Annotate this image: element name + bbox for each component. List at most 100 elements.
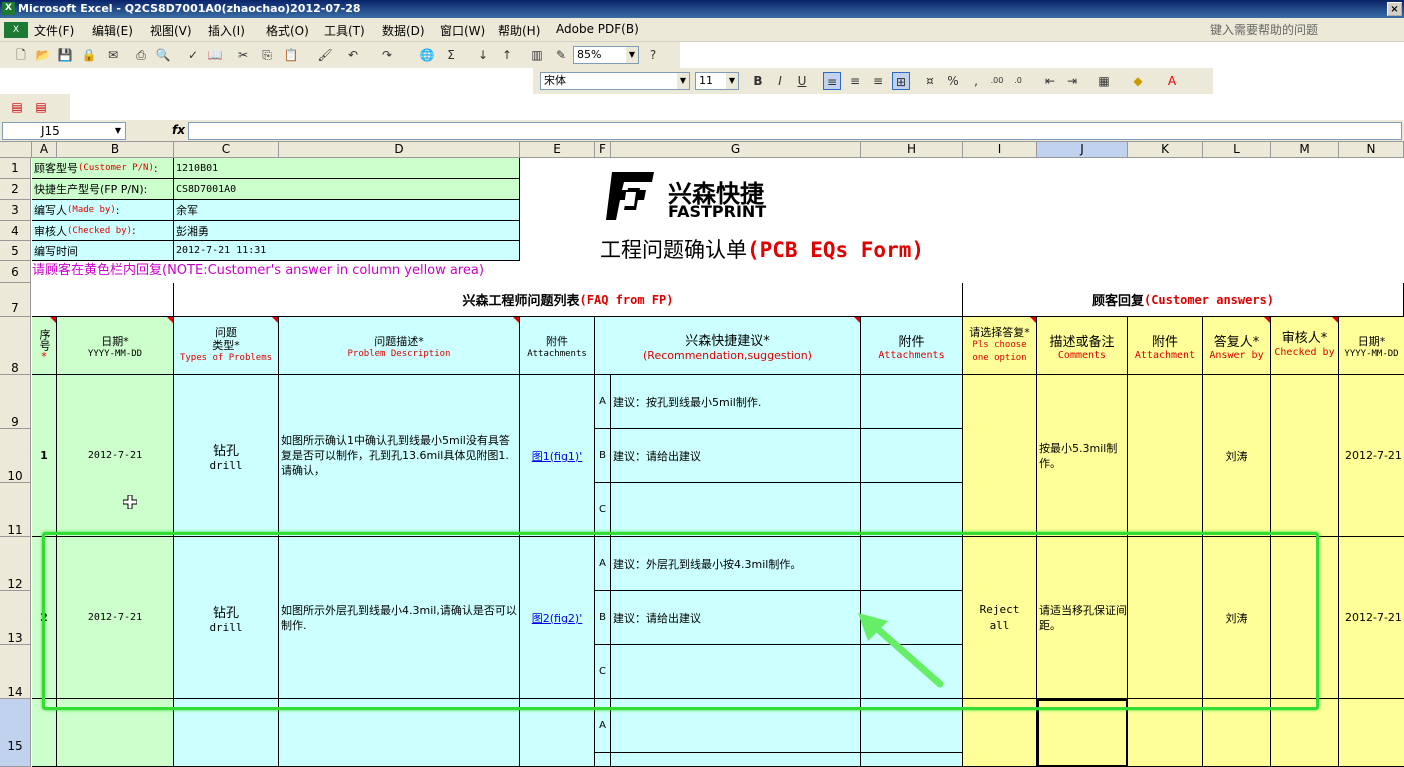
r15-h2[interactable] — [861, 753, 963, 767]
help-icon[interactable]: ? — [644, 46, 662, 64]
menu-view[interactable]: 视图(V) — [150, 22, 192, 39]
open-icon[interactable]: 📂 — [34, 46, 52, 64]
col-header-L[interactable]: L — [1203, 142, 1271, 158]
sort-asc-icon[interactable]: ↓ — [474, 46, 492, 64]
bold-button[interactable]: B — [749, 72, 767, 90]
row-header-4[interactable]: 4 — [0, 221, 31, 241]
value-checked-by[interactable]: 彭湘勇 — [174, 221, 520, 241]
autosum-icon[interactable]: Σ — [442, 46, 460, 64]
spelling-icon[interactable]: ✓ — [184, 46, 202, 64]
col-header-J[interactable]: J — [1037, 142, 1128, 158]
comma-button[interactable]: , — [967, 72, 985, 90]
row-header-7[interactable]: 7 — [0, 283, 31, 317]
issue-1-date-2[interactable]: 2012-7-21 — [1339, 375, 1404, 537]
font-size-select[interactable]: 11 ▼ — [695, 72, 739, 90]
redo-icon[interactable]: ↷ — [378, 46, 396, 64]
issue-1-opt-a[interactable]: 建议：按孔到线最小5mil制作. — [611, 375, 861, 429]
menu-format[interactable]: 格式(O) — [266, 22, 309, 39]
paste-icon[interactable]: 📋 — [282, 46, 300, 64]
row-header-8[interactable]: 8 — [0, 317, 31, 375]
menu-window[interactable]: 窗口(W) — [440, 22, 485, 39]
issue-1-checked-by[interactable] — [1271, 375, 1339, 537]
col-header-B[interactable]: B — [57, 142, 174, 158]
col-header-A[interactable]: A — [32, 142, 57, 158]
menu-file[interactable]: 文件(F) — [34, 22, 74, 39]
hyperlink-icon[interactable]: 🌐 — [418, 46, 436, 64]
underline-button[interactable]: U — [793, 72, 811, 90]
menu-edit[interactable]: 编辑(E) — [92, 22, 133, 39]
menu-adobe-pdf[interactable]: Adobe PDF(B) — [556, 22, 639, 36]
col-header-I[interactable]: I — [963, 142, 1037, 158]
undo-icon[interactable]: ↶ — [344, 46, 362, 64]
decrease-decimal-icon[interactable]: .0 — [1009, 72, 1027, 90]
email-icon[interactable]: ✉ — [104, 46, 122, 64]
align-center-icon[interactable]: ≡ — [846, 72, 864, 90]
issue-1-type[interactable]: 钻孔 drill — [174, 375, 279, 537]
increase-decimal-icon[interactable]: .00 — [988, 72, 1006, 90]
help-search-input[interactable]: 键入需要帮助的问题 — [1210, 21, 1385, 39]
issue-1-choice[interactable] — [963, 375, 1037, 537]
formula-input[interactable] — [188, 122, 1402, 140]
issue-1-attachment-3[interactable] — [1128, 375, 1203, 537]
pdf-email-icon[interactable]: ▤ — [32, 98, 50, 116]
issue-1-att2-b[interactable] — [861, 429, 963, 483]
indent-icon[interactable]: ⇥ — [1063, 72, 1081, 90]
align-left-icon[interactable]: ≡ — [823, 72, 841, 90]
issue-1-att2-a[interactable] — [861, 375, 963, 429]
col-header-H[interactable]: H — [861, 142, 963, 158]
issue-1-opt-b[interactable]: 建议：请给出建议 — [611, 429, 861, 483]
preview-icon[interactable]: 🔍 — [154, 46, 172, 64]
row-header-10[interactable]: 10 — [0, 429, 31, 483]
align-right-icon[interactable]: ≡ — [869, 72, 887, 90]
currency-icon[interactable]: ¤ — [921, 72, 939, 90]
sort-desc-icon[interactable]: ↑ — [498, 46, 516, 64]
font-color-icon[interactable]: A — [1163, 72, 1181, 90]
row-header-3[interactable]: 3 — [0, 200, 31, 221]
issue-1-opt-c[interactable] — [611, 483, 861, 537]
zoom-select[interactable]: 85% ▼ — [573, 46, 639, 64]
r15-g2[interactable] — [611, 753, 861, 767]
issue-1-attachment[interactable]: 图1(fig1)' — [520, 375, 595, 537]
r15-n[interactable] — [1339, 699, 1404, 767]
worksheet[interactable]: A B C D E F G H I J K L M N 1 2 3 4 5 6 … — [0, 142, 1404, 767]
cut-icon[interactable]: ✂ — [234, 46, 252, 64]
permission-icon[interactable]: 🔒 — [80, 46, 98, 64]
menu-data[interactable]: 数据(D) — [382, 22, 425, 39]
row-header-12[interactable]: 12 — [0, 537, 31, 591]
percent-button[interactable]: % — [944, 72, 962, 90]
research-icon[interactable]: 📖 — [206, 46, 224, 64]
format-painter-icon[interactable]: 🖌 — [316, 46, 334, 64]
value-fp-pn[interactable]: CS8D7001A0 — [174, 179, 520, 200]
select-all-corner[interactable] — [0, 142, 32, 158]
font-select[interactable]: 宋体 ▼ — [540, 72, 690, 90]
col-header-C[interactable]: C — [174, 142, 279, 158]
chart-icon[interactable]: ▥ — [528, 46, 546, 64]
menu-help[interactable]: 帮助(H) — [498, 22, 540, 39]
merge-center-icon[interactable]: ⊞ — [892, 72, 910, 90]
col-header-E[interactable]: E — [520, 142, 595, 158]
name-box[interactable]: J15 ▼ — [2, 122, 126, 140]
issue-1-answer-by[interactable]: 刘涛 — [1203, 375, 1271, 537]
row-header-9[interactable]: 9 — [0, 375, 31, 429]
col-header-D[interactable]: D — [279, 142, 520, 158]
col-header-K[interactable]: K — [1128, 142, 1203, 158]
col-header-F[interactable]: F — [595, 142, 611, 158]
issue-1-date[interactable]: 2012-7-21 — [57, 375, 174, 537]
value-date[interactable]: 2012-7-21 11:31 — [174, 241, 520, 261]
drawing-icon[interactable]: ✎ — [552, 46, 570, 64]
row-header-1[interactable]: 1 — [0, 158, 31, 179]
col-header-N[interactable]: N — [1339, 142, 1404, 158]
value-made-by[interactable]: 余军 — [174, 200, 520, 221]
value-customer-pn[interactable]: 1210B01 — [174, 158, 520, 179]
workbook-icon[interactable]: X — [4, 22, 28, 38]
print-icon[interactable]: ⎙ — [132, 46, 150, 64]
italic-button[interactable]: I — [771, 72, 789, 90]
copy-icon[interactable]: ⎘ — [258, 46, 276, 64]
row-header-2[interactable]: 2 — [0, 179, 31, 200]
issue-1-comment[interactable]: 按最小5.3mil制作。 — [1037, 375, 1128, 537]
menu-tools[interactable]: 工具(T) — [324, 22, 365, 39]
outdent-icon[interactable]: ⇤ — [1041, 72, 1059, 90]
row-header-5[interactable]: 5 — [0, 241, 31, 261]
row-header-14[interactable]: 14 — [0, 645, 31, 699]
menu-insert[interactable]: 插入(I) — [208, 22, 245, 39]
